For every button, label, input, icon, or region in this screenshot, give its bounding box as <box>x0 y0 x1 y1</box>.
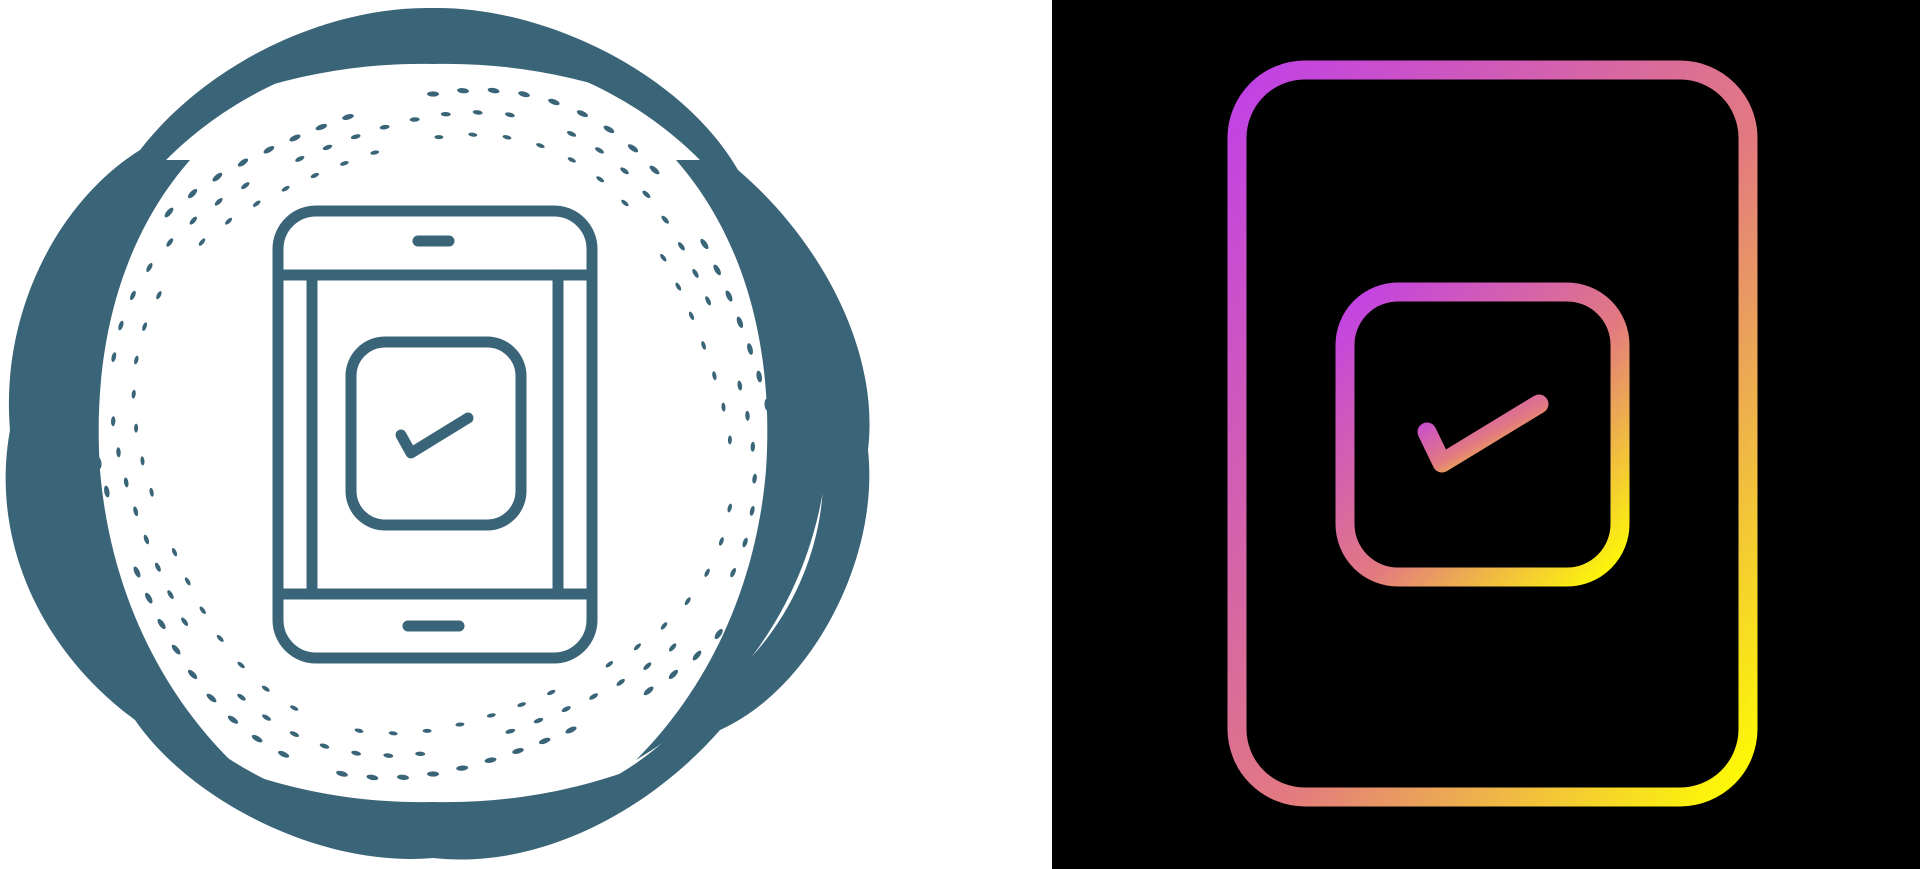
phone-check-gradient-icon <box>1052 0 1920 869</box>
light-variant-panel <box>0 0 1052 869</box>
phone-check-badge-icon <box>0 0 1052 869</box>
dark-variant-panel <box>1052 0 1920 869</box>
ring-dot <box>770 428 776 440</box>
ring-dot <box>90 428 96 440</box>
ring-dot <box>427 771 439 777</box>
ring-dot <box>427 91 439 97</box>
icon-comparison-stage <box>0 0 1920 869</box>
